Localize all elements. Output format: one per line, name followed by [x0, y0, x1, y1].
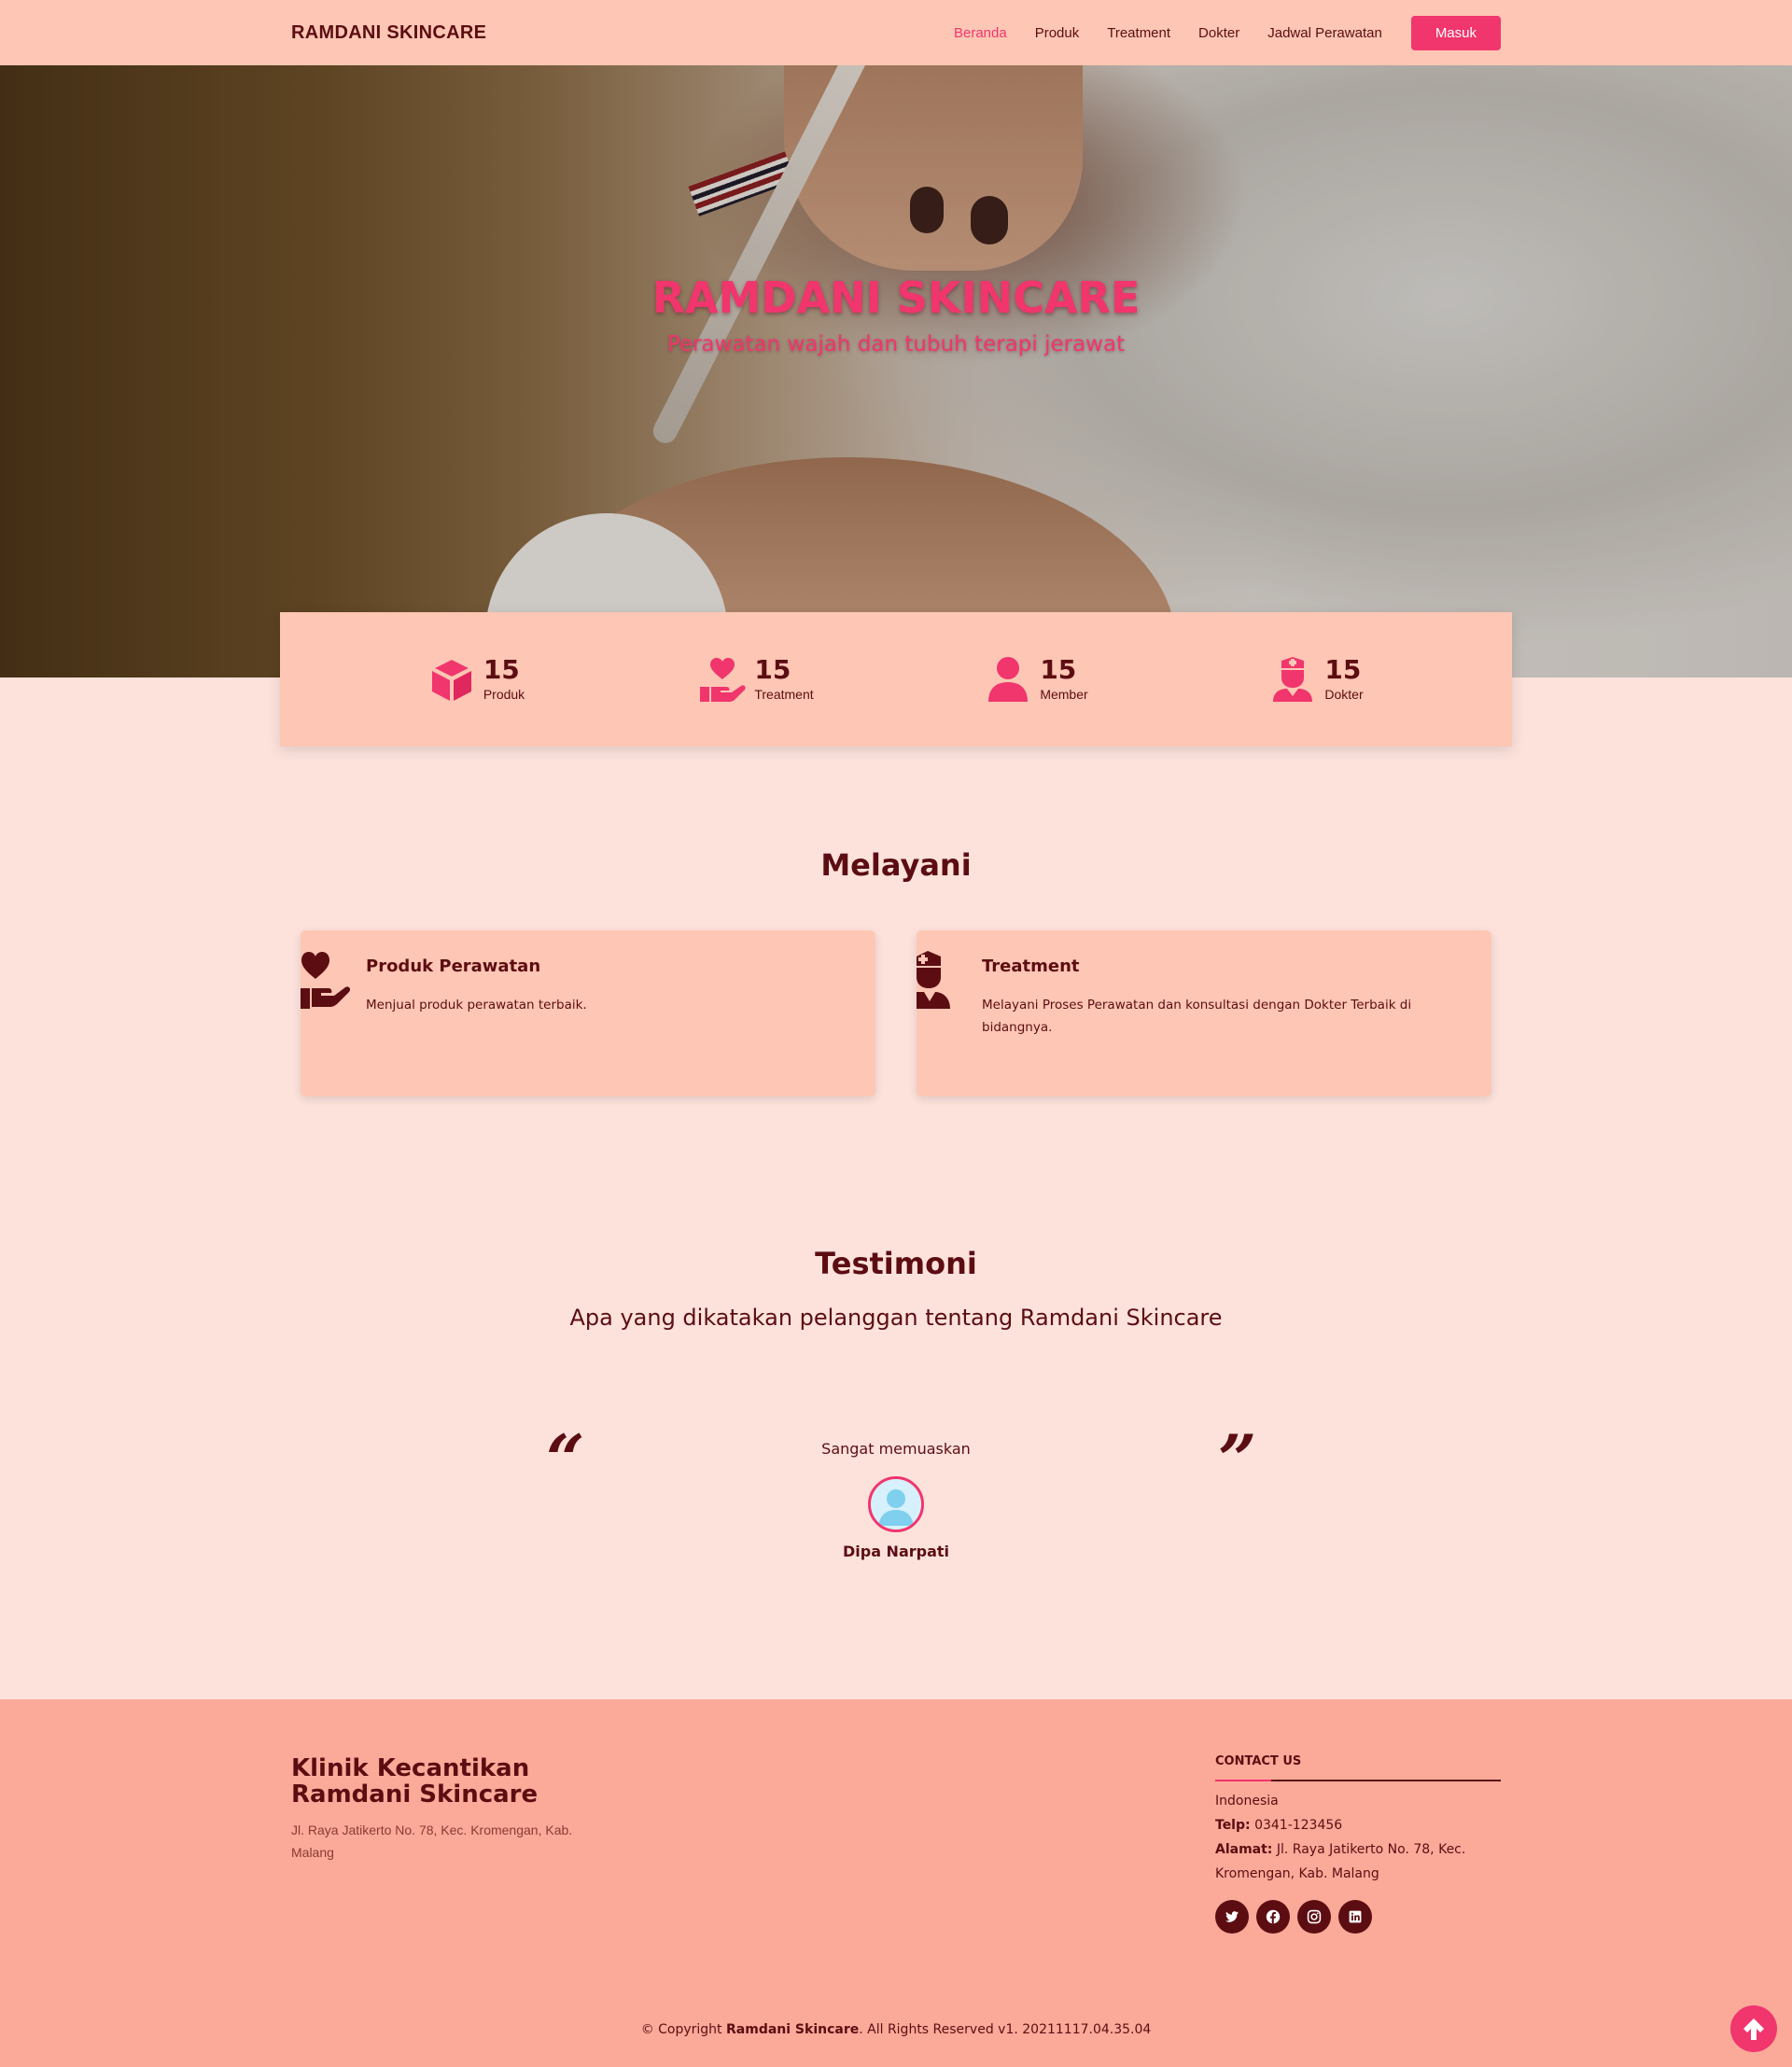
contact-telp: Telp: 0341-123456 — [1215, 1813, 1495, 1837]
stat-count: 15 — [1040, 654, 1077, 685]
testimonial-author: Dipa Narpati — [842, 1543, 950, 1560]
avatar — [868, 1476, 924, 1532]
stat-label: Treatment — [754, 687, 814, 702]
service-card-produk-perawatan[interactable]: Produk Perawatan Menjual produk perawata… — [301, 930, 875, 1096]
stat-label: Dokter — [1324, 687, 1364, 702]
social-links — [1215, 1900, 1372, 1934]
nav-menu: Beranda Produk Treatment Dokter Jadwal P… — [954, 15, 1501, 50]
stat-label: Member — [1040, 687, 1088, 702]
stat-count: 15 — [754, 654, 791, 685]
footer: Klinik Kecantikan Ramdani Skincare Jl. R… — [0, 1699, 1792, 2067]
nurse-icon — [1273, 657, 1313, 702]
twitter-icon[interactable] — [1215, 1900, 1249, 1934]
contact-info: Indonesia Telp: 0341-123456 Alamat: Jl. … — [1215, 1789, 1495, 1886]
stats-bar: 15 Produk 15 Treatment 15 Member 15 Dokt… — [280, 612, 1512, 747]
login-button[interactable]: Masuk — [1410, 15, 1501, 50]
copyright-suffix: . All Rights Reserved v1. 20211117.04.35… — [859, 2022, 1152, 2037]
stat-member: 15 Member — [943, 655, 1129, 704]
stat-dokter: 15 Dokter — [1223, 655, 1409, 704]
copyright-prefix: © Copyright — [640, 2022, 722, 2037]
hero-overlay — [0, 65, 1792, 677]
service-card-treatment[interactable]: Treatment Melayani Proses Perawatan dan … — [917, 930, 1491, 1096]
footer-title-line: Klinik Kecantikan — [291, 1754, 530, 1782]
user-avatar-icon — [871, 1479, 921, 1529]
nav-link-dokter[interactable]: Dokter — [1198, 25, 1239, 41]
nav-link-jadwal-perawatan[interactable]: Jadwal Perawatan — [1267, 25, 1382, 41]
testimonials-subtitle: Apa yang dikatakan pelanggan tentang Ram… — [569, 1305, 1223, 1331]
back-to-top-button[interactable] — [1730, 2005, 1777, 2052]
contact-alamat-label: Alamat: — [1215, 1842, 1273, 1857]
facebook-icon[interactable] — [1256, 1900, 1290, 1934]
hero-banner: RAMDANI SKINCARE Perawatan wajah dan tub… — [0, 65, 1792, 677]
contact-alamat: Alamat: Jl. Raya Jatikerto No. 78, Kec. … — [1215, 1837, 1495, 1886]
hand-holding-heart-icon — [700, 658, 747, 702]
testimonial-text: Sangat memuaskan — [821, 1440, 971, 1458]
nav-link-produk[interactable]: Produk — [1035, 25, 1080, 41]
divider-accent — [1215, 1780, 1271, 1781]
box-icon — [430, 657, 473, 701]
quote-open-icon: “ — [546, 1419, 585, 1499]
contact-telp-label: Telp: — [1215, 1818, 1251, 1833]
services-title: Melayani — [820, 847, 972, 883]
service-desc: Menjual produk perawatan terbaik. — [366, 998, 587, 1013]
contact-country: Indonesia — [1215, 1794, 1279, 1809]
copyright-brand: Ramdani Skincare — [726, 2022, 860, 2037]
footer-title: Klinik Kecantikan Ramdani Skincare — [291, 1755, 538, 1808]
hero-title: RAMDANI SKINCARE — [651, 272, 1141, 323]
contact-telp-value: 0341-123456 — [1254, 1818, 1343, 1833]
footer-title-line: Ramdani Skincare — [291, 1781, 539, 1809]
brand-logo[interactable]: RAMDANI SKINCARE — [291, 22, 486, 44]
stat-count: 15 — [483, 654, 520, 685]
stat-treatment: 15 Treatment — [663, 655, 849, 704]
nav-link-beranda[interactable]: Beranda — [954, 25, 1007, 41]
hand-holding-heart-icon — [301, 952, 351, 1009]
quote-close-icon: ” — [1218, 1419, 1257, 1499]
service-desc: Melayani Proses Perawatan dan konsultasi… — [982, 998, 1412, 1035]
stat-produk: 15 Produk — [383, 655, 569, 704]
contact-title: CONTACT US — [1215, 1754, 1302, 1768]
stat-count: 15 — [1324, 654, 1362, 685]
footer-address: Jl. Raya Jatikerto No. 78, Kec. Kromenga… — [291, 1823, 573, 1860]
service-title: Produk Perawatan — [366, 957, 541, 976]
service-title: Treatment — [982, 957, 1080, 976]
stat-label: Produk — [483, 687, 525, 702]
navbar: RAMDANI SKINCARE Beranda Produk Treatmen… — [0, 0, 1792, 65]
arrow-up-icon — [1743, 2018, 1764, 2040]
testimonials-title: Testimoni — [815, 1246, 977, 1281]
nav-link-treatment[interactable]: Treatment — [1107, 25, 1170, 41]
copyright: © Copyright Ramdani Skincare. All Rights… — [0, 2022, 1792, 2037]
hero-subtitle: Perawatan wajah dan tubuh terapi jerawat — [666, 332, 1126, 356]
nurse-icon — [917, 951, 950, 1009]
linkedin-icon[interactable] — [1338, 1900, 1372, 1934]
instagram-icon[interactable] — [1297, 1900, 1331, 1934]
user-icon — [988, 657, 1029, 702]
